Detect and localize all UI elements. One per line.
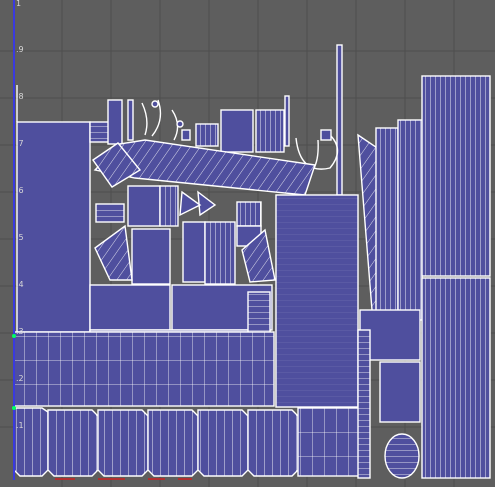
v-tick-label: .3 [16,327,24,336]
v-tick-label: .5 [16,233,24,242]
v-tick-label: .2 [16,374,24,383]
v-tick-label: 1 [16,0,21,8]
v-tick-label: .7 [16,139,24,148]
uv-island-bottom-row[interactable] [13,407,369,477]
uv-island-grid-band[interactable] [13,331,275,407]
uv-islands[interactable] [13,44,491,479]
uv-island-right-stacks[interactable] [357,75,491,479]
uv-island-left-panel[interactable] [16,121,91,333]
v-tick-label: .9 [16,45,24,54]
v-tick-label: .1 [16,421,24,430]
v-tick-label: .4 [16,280,24,289]
v-tick-label: .8 [16,92,24,101]
uv-viewport[interactable]: 1 .9 .8 .7 .6 .5 .4 .3 .2 .1 [0,0,495,487]
v-tick-label: .6 [16,186,24,195]
uv-island-center-left[interactable] [89,284,171,331]
uv-island-middle-cluster[interactable] [94,185,276,285]
uv-editor-canvas[interactable]: 1 .9 .8 .7 .6 .5 .4 .3 .2 .1 [0,0,495,487]
